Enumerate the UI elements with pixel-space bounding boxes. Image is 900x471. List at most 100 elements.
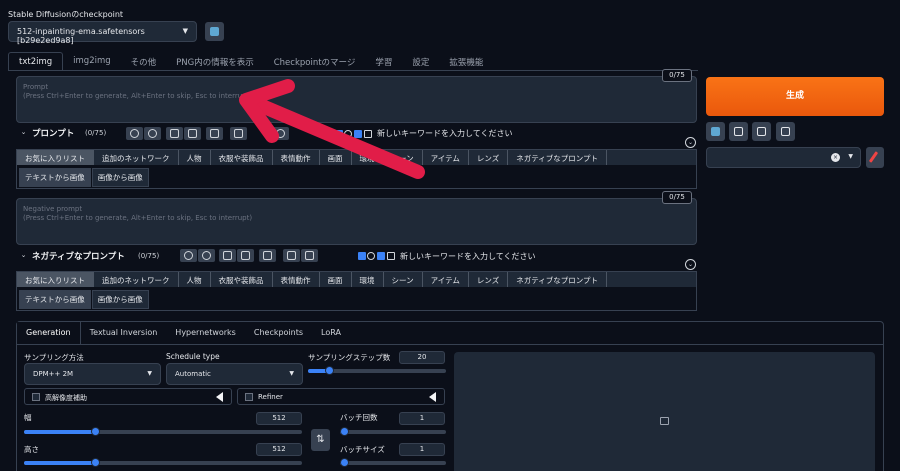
styles-select[interactable]: × ▼ <box>706 147 861 168</box>
category-clothing[interactable]: 衣服や装飾品 <box>211 272 273 287</box>
clipboard-button[interactable] <box>230 127 247 140</box>
batch-count-input[interactable]: 1 <box>399 412 445 425</box>
negative-keyword-input[interactable]: 新しいキーワードを入力してください <box>400 251 536 262</box>
prompt-keyword-input[interactable]: 新しいキーワードを入力してください <box>377 128 513 139</box>
chevron-down-icon[interactable]: ⌄ <box>18 251 29 262</box>
negative-clear-button[interactable] <box>301 249 318 262</box>
bookmark-button[interactable] <box>184 127 201 140</box>
category-environment[interactable]: 環境 <box>352 272 384 287</box>
width-slider[interactable] <box>24 427 302 436</box>
tab-txt2img[interactable]: txt2img <box>8 52 64 71</box>
tab-extras[interactable]: その他 <box>121 52 167 71</box>
tab-lora[interactable]: LoRA <box>312 322 350 344</box>
category-favorites[interactable]: お気に入りリスト <box>17 150 94 165</box>
tab-extensions[interactable]: 拡張機能 <box>439 52 493 71</box>
tab-textual-inversion[interactable]: Textual Inversion <box>81 322 167 344</box>
refiner-checkbox[interactable] <box>245 393 253 401</box>
sub-tab-txt2img[interactable]: テキストから画像 <box>19 290 91 309</box>
hires-fix-checkbox[interactable] <box>32 393 40 401</box>
category-screen[interactable]: 画面 <box>320 272 352 287</box>
sub-tab-img2img[interactable]: 画像から画像 <box>91 290 149 309</box>
collapse-icon[interactable]: ⌄ <box>685 137 696 148</box>
read-params-button[interactable] <box>706 122 725 141</box>
option-checkbox-1[interactable] <box>335 130 343 138</box>
chevron-down-icon[interactable]: ⌄ <box>18 128 29 139</box>
generate-button[interactable]: 生成 <box>706 77 884 116</box>
category-item[interactable]: アイテム <box>423 272 469 287</box>
tab-settings[interactable]: 設定 <box>402 52 439 71</box>
negative-option-checkbox-3[interactable] <box>387 252 395 260</box>
category-person[interactable]: 人物 <box>179 272 211 287</box>
trash-button[interactable] <box>752 122 771 141</box>
category-environment[interactable]: 環境 <box>352 150 384 165</box>
height-input[interactable]: 512 <box>256 443 302 456</box>
history-button[interactable] <box>272 127 289 140</box>
checkpoint-select[interactable]: 512-inpainting-ema.safetensors [b29e2ed9… <box>8 21 197 45</box>
category-favorites[interactable]: お気に入りリスト <box>17 272 94 287</box>
apply-style-button[interactable] <box>866 147 884 168</box>
swap-dimensions-button[interactable]: ⇅ <box>311 429 330 451</box>
refiner-accordion[interactable]: Refiner <box>237 388 445 405</box>
category-clothing[interactable]: 衣服や装飾品 <box>211 150 273 165</box>
category-expression[interactable]: 表情動作 <box>273 272 320 287</box>
batch-size-input[interactable]: 1 <box>399 443 445 456</box>
negative-option-checkbox-2[interactable] <box>377 252 385 260</box>
width-input[interactable]: 512 <box>256 412 302 425</box>
negative-import-button[interactable] <box>259 249 276 262</box>
negative-copy-button[interactable] <box>219 249 236 262</box>
negative-prompt-input[interactable]: Negative prompt (Press Ctrl+Enter to gen… <box>16 198 697 245</box>
batch-size-slider[interactable] <box>340 458 446 467</box>
category-item[interactable]: アイテム <box>423 150 469 165</box>
schedule-type-select[interactable]: Automatic ▼ <box>166 363 303 385</box>
height-slider[interactable] <box>24 458 302 467</box>
category-negative[interactable]: ネガティブなプロンプト <box>508 150 608 165</box>
batch-count-slider[interactable] <box>340 427 446 436</box>
copy-button[interactable] <box>166 127 183 140</box>
sub-tab-txt2img[interactable]: テキストから画像 <box>19 168 91 187</box>
category-scene[interactable]: シーン <box>384 150 423 165</box>
tab-checkpoint-merger[interactable]: Checkpointのマージ <box>264 52 366 71</box>
sampling-method-select[interactable]: DPM++ 2M ▼ <box>24 363 161 385</box>
tab-train[interactable]: 学習 <box>365 52 402 71</box>
option-checkbox-2[interactable] <box>354 130 362 138</box>
clear-prompt-button[interactable] <box>729 122 748 141</box>
category-person[interactable]: 人物 <box>179 150 211 165</box>
hires-fix-accordion[interactable]: 高解像度補助 <box>24 388 232 405</box>
tab-hypernetworks[interactable]: Hypernetworks <box>166 322 245 344</box>
refresh-checkpoint-button[interactable] <box>205 22 224 41</box>
clear-icon[interactable]: × <box>831 153 840 162</box>
slider-handle[interactable] <box>91 458 100 467</box>
sampling-steps-slider[interactable] <box>308 366 446 375</box>
sub-tab-img2img[interactable]: 画像から画像 <box>91 168 149 187</box>
category-expression[interactable]: 表情動作 <box>273 150 320 165</box>
category-negative[interactable]: ネガティブなプロンプト <box>508 272 608 287</box>
slider-handle[interactable] <box>325 366 334 375</box>
category-extra-networks[interactable]: 追加のネットワーク <box>94 272 179 287</box>
negative-clipboard-button[interactable] <box>283 249 300 262</box>
option-checkbox-3[interactable] <box>364 130 372 138</box>
sampling-steps-input[interactable]: 20 <box>399 351 445 364</box>
prompt-input[interactable]: Prompt (Press Ctrl+Enter to generate, Al… <box>16 76 697 123</box>
translate-button[interactable] <box>126 127 143 140</box>
category-extra-networks[interactable]: 追加のネットワーク <box>94 150 179 165</box>
negative-settings-button[interactable] <box>198 249 215 262</box>
category-scene[interactable]: シーン <box>384 272 423 287</box>
collapse-icon[interactable]: ⌄ <box>685 259 696 270</box>
tab-png-info[interactable]: PNG内の情報を表示 <box>166 52 264 71</box>
tab-img2img[interactable]: img2img <box>63 52 120 71</box>
category-screen[interactable]: 画面 <box>320 150 352 165</box>
negative-bookmark-button[interactable] <box>237 249 254 262</box>
slider-handle[interactable] <box>340 427 349 436</box>
negative-translate-button[interactable] <box>180 249 197 262</box>
tab-checkpoints[interactable]: Checkpoints <box>245 322 312 344</box>
category-lens[interactable]: レンズ <box>469 272 509 287</box>
category-lens[interactable]: レンズ <box>469 150 509 165</box>
slider-handle[interactable] <box>91 427 100 436</box>
import-button[interactable] <box>206 127 223 140</box>
tab-generation[interactable]: Generation <box>17 322 81 344</box>
slider-handle[interactable] <box>340 458 349 467</box>
schedule-type-label: Schedule type <box>166 352 220 361</box>
style-edit-button[interactable] <box>776 122 795 141</box>
negative-option-checkbox-1[interactable] <box>358 252 366 260</box>
settings-button[interactable] <box>144 127 161 140</box>
